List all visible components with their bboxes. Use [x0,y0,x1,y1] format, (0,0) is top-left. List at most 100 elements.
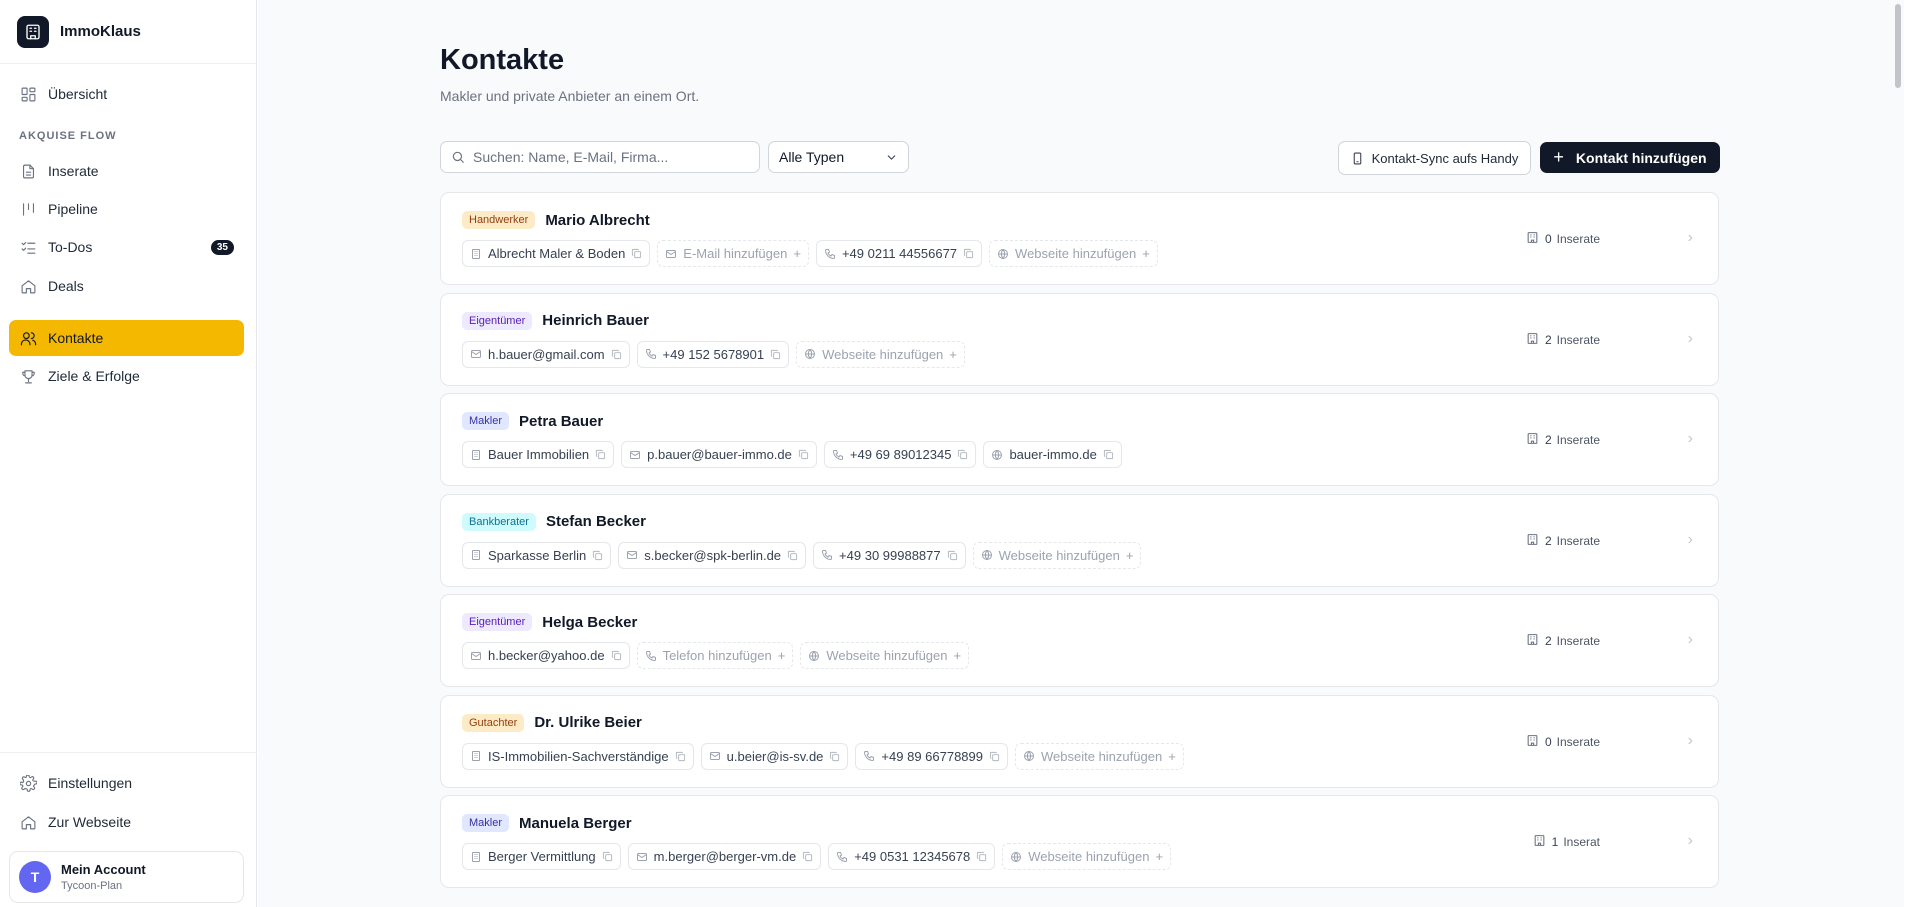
chevron-right-icon[interactable]: › [1688,732,1693,750]
email-chip[interactable]: h.becker@yahoo.de [462,642,630,669]
listings-count: 0 Inserate [1526,231,1600,247]
contact-card[interactable]: Gutachter Dr. Ulrike Beier IS-Immobilien-S… [440,694,1719,788]
nav-item-label: Kontakte [48,330,104,346]
scrollbar-thumb[interactable] [1895,4,1901,88]
listings-label: Inserate [1556,533,1600,548]
copy-icon[interactable] [592,550,603,561]
copy-icon[interactable] [947,550,958,561]
brand[interactable]: ImmoKlaus [0,0,256,64]
email-value: p.bauer@bauer-immo.de [647,447,792,462]
company-chip[interactable]: IS-Immobilien-Sachverständige [462,742,694,770]
website-chip[interactable]: bauer-immo.de [983,441,1122,468]
search-input[interactable] [473,149,743,165]
nav-item-pipeline[interactable]: Pipeline [9,191,244,227]
nav-item-inserate[interactable]: Inserate [9,153,244,189]
contact-card[interactable]: Bankberater Stefan Becker Sparkasse Berlin… [440,493,1719,587]
chevron-right-icon[interactable]: › [1688,330,1693,348]
phone-chip[interactable]: +49 89 66778899 [855,742,1008,770]
contact-card[interactable]: Makler Manuela Berger Berger Vermittlung m.… [440,795,1719,888]
gear-icon [20,774,37,792]
contact-card[interactable]: Eigentümer Heinrich Bauer h.bauer@gmail.co… [440,292,1719,386]
email-chip[interactable]: s.becker@spk-berlin.de [618,541,807,569]
company-chip[interactable]: Berger Vermittlung [462,843,621,870]
copy-icon[interactable] [770,349,781,360]
copy-icon[interactable] [611,349,622,360]
website-chip[interactable]: Webseite hinzufügen + [972,541,1142,569]
copy-icon[interactable] [602,851,613,862]
copy-icon[interactable] [957,449,968,460]
contact-type-badge: Makler [462,814,510,832]
contact-card[interactable]: Makler Petra Bauer Bauer Immobilien p.bauer… [440,393,1719,486]
copy-icon[interactable] [595,449,606,460]
add-contact-button[interactable]: + Kontakt hinzufügen [1540,142,1720,173]
contact-card[interactable]: Eigentümer Helga Becker h.becker@yahoo.de T… [440,594,1719,687]
chevron-right-icon[interactable]: › [1688,229,1693,247]
nav-item-deals[interactable]: Deals [9,268,244,304]
phone-chip[interactable]: +49 152 5678901 [636,340,790,368]
nav-item-ziele[interactable]: Ziele & Erfolge [9,358,244,394]
contact-card[interactable]: Handwerker Mario Albrecht Albrecht Maler &… [440,192,1719,285]
copy-icon[interactable] [631,248,642,259]
phone-chip[interactable]: +49 69 89012345 [823,441,977,468]
chevron-right-icon[interactable]: › [1688,531,1693,549]
website-value: Webseite hinzufügen [1041,748,1163,764]
phone-chip[interactable]: +49 30 99988877 [813,541,966,569]
contact-type-badge: Eigentümer [462,613,533,631]
nav-overview[interactable]: Übersicht [9,76,244,112]
phone-value: +49 69 89012345 [849,447,952,462]
checklist-icon [21,241,36,254]
copy-icon[interactable] [989,751,1000,762]
contact-sync-button[interactable]: Kontakt-Sync aufs Handy [1338,141,1531,175]
copy-icon[interactable] [611,650,622,661]
copy-icon[interactable] [675,751,686,762]
nav-item-kontakte[interactable]: Kontakte [9,320,244,356]
website-chip[interactable]: Webseite hinzufügen + [1002,843,1172,870]
company-chip[interactable]: Bauer Immobilien [462,441,615,468]
company-value: IS-Immobilien-Sachverständige [488,748,669,764]
email-chip[interactable]: u.beier@is-sv.de [700,742,849,770]
search-box[interactable] [440,141,760,173]
contact-type-badge: Bankberater [462,512,536,531]
listings-number: 2 [1544,634,1552,648]
account-card[interactable]: T Mein Account Tycoon-Plan [9,851,244,903]
nav-website[interactable]: Zur Webseite [9,804,244,840]
company-chip[interactable]: Albrecht Maler & Boden [462,240,651,267]
nav-website-label: Zur Webseite [48,814,131,830]
building-icon [1526,533,1539,549]
email-chip[interactable]: E-Mail hinzufügen + [657,240,809,267]
nav-overview-label: Übersicht [48,86,108,102]
building-icon [470,549,482,561]
listings-number: 0 [1544,232,1552,246]
listings-number: 2 [1544,433,1552,447]
chevron-right-icon[interactable]: › [1688,631,1693,649]
copy-icon[interactable] [798,449,809,460]
chevron-right-icon[interactable]: › [1688,430,1693,448]
email-chip[interactable]: h.bauer@gmail.com [462,340,630,368]
plus-icon: + [1125,547,1134,563]
nav-settings[interactable]: Einstellungen [9,765,244,801]
type-filter-select[interactable]: Alle Typen [768,141,909,173]
copy-icon[interactable] [963,248,974,259]
main-content: Kontakte Makler und private Anbieter an … [258,0,1904,907]
copy-icon[interactable] [1103,449,1114,460]
website-chip[interactable]: Webseite hinzufügen + [796,340,965,368]
website-chip[interactable]: Webseite hinzufügen + [800,642,970,669]
copy-icon[interactable] [787,550,798,561]
company-chip[interactable]: Sparkasse Berlin [462,541,612,569]
nav-item-todos[interactable]: To-Dos 35 [9,229,244,265]
contact-type-badge: Eigentümer [462,311,533,330]
copy-icon[interactable] [802,851,813,862]
email-chip[interactable]: m.berger@berger-vm.de [627,843,822,870]
phone-chip[interactable]: +49 0531 12345678 [828,843,996,870]
copy-icon[interactable] [829,751,840,762]
building-icon [1526,633,1539,649]
chevron-right-icon[interactable]: › [1688,832,1693,850]
email-chip[interactable]: p.bauer@bauer-immo.de [621,441,817,468]
email-value: h.bauer@gmail.com [488,346,605,362]
plus-icon: + [1142,246,1150,261]
phone-chip[interactable]: +49 0211 44556677 [815,240,983,267]
copy-icon[interactable] [976,851,987,862]
website-chip[interactable]: Webseite hinzufügen + [989,240,1158,267]
phone-chip[interactable]: Telefon hinzufügen + [636,642,794,669]
website-chip[interactable]: Webseite hinzufügen + [1015,742,1184,770]
